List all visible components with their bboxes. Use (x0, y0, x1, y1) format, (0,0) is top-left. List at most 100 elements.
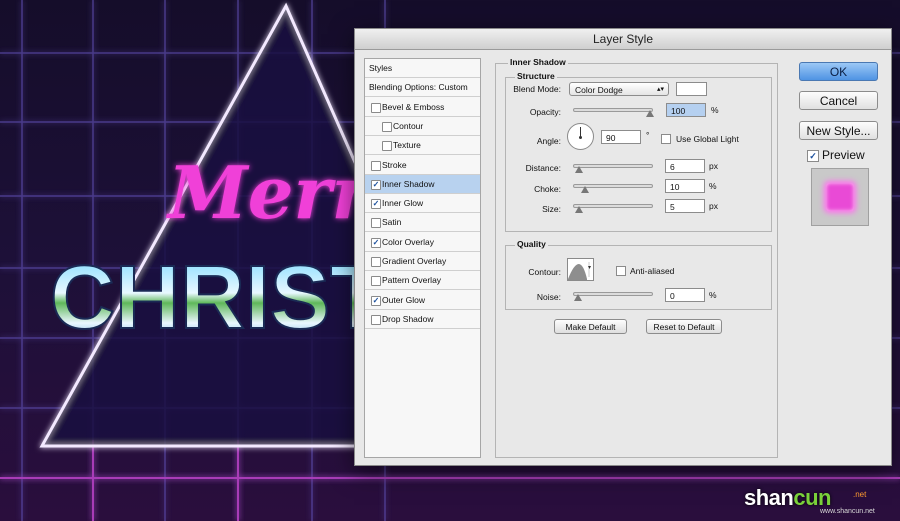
angle-unit: ° (646, 130, 650, 140)
styles-list-item-label: Outer Glow (382, 294, 425, 305)
opacity-input[interactable]: 100 (666, 103, 706, 117)
checkbox[interactable] (371, 102, 381, 113)
angle-dial-center (579, 136, 582, 139)
opacity-unit: % (711, 105, 719, 115)
angle-label: Angle: (536, 136, 561, 146)
styles-list-item[interactable]: ✓ Outer Glow (365, 291, 480, 310)
art-text-merry: Merr (165, 150, 374, 235)
new-style-button[interactable]: New Style... (799, 121, 878, 140)
angle-input[interactable]: 90 (601, 130, 641, 144)
watermark-logo: shancun (744, 485, 831, 511)
checkbox[interactable] (371, 218, 381, 229)
checked-checkbox[interactable]: ✓ (371, 199, 381, 210)
styles-list-item[interactable]: Satin (365, 213, 480, 233)
watermark-shan: shan (744, 485, 794, 510)
preview-checkbox[interactable]: ✓ (807, 150, 819, 162)
contour-picker[interactable]: ▾ (567, 258, 594, 281)
size-label: Size: (542, 204, 561, 214)
checkbox[interactable] (371, 257, 381, 267)
checked-checkbox[interactable]: ✓ (371, 237, 381, 248)
slider-thumb[interactable] (575, 206, 584, 213)
slider-thumb[interactable] (574, 294, 582, 301)
style-preview-thumbnail (811, 168, 869, 226)
styles-list: Styles Blending Options: Custom Bevel & Em… (364, 58, 481, 458)
make-default-button[interactable]: Make Default (554, 319, 627, 334)
distance-input[interactable]: 6 (665, 159, 705, 173)
distance-label: Distance: (525, 163, 561, 173)
watermark-net: .net (853, 490, 867, 499)
styles-list-item[interactable]: Gradient Overlay (365, 252, 480, 271)
checkbox[interactable] (371, 314, 381, 325)
styles-list-item[interactable]: Stroke (365, 156, 480, 175)
styles-list-item-label: Gradient Overlay (382, 256, 447, 266)
styles-list-item-label: Contour (393, 120, 424, 131)
blend-mode-label: Blend Mode: (513, 84, 561, 94)
noise-input[interactable]: 0 (665, 288, 705, 302)
size-slider[interactable] (573, 204, 653, 213)
styles-list-item[interactable]: Styles (365, 59, 480, 78)
size-input[interactable]: 5 (665, 199, 705, 213)
styles-list-item-label: Stroke (382, 159, 407, 170)
watermark-url: www.shancun.net (820, 508, 875, 515)
checkbox[interactable] (371, 160, 381, 171)
styles-list-item[interactable]: Drop Shadow (365, 310, 480, 329)
styles-list-item-label: Color Overlay (382, 236, 434, 247)
preview-label: Preview (822, 148, 865, 162)
quality-title: Quality (515, 239, 548, 249)
styles-list-item[interactable]: Pattern Overlay (365, 271, 480, 291)
use-global-light-checkbox[interactable] (661, 134, 671, 144)
angle-dial[interactable] (567, 123, 594, 150)
inner-shadow-title: Inner Shadow (508, 57, 568, 67)
blend-mode-value: Color Dodge (575, 85, 623, 95)
structure-group: Structure Blend Mode: Color Dodge ▴▾ Opa… (505, 71, 772, 232)
choke-slider[interactable] (573, 184, 653, 193)
structure-title: Structure (515, 71, 557, 81)
choke-label: Choke: (534, 184, 561, 194)
checked-checkbox[interactable]: ✓ (371, 295, 381, 306)
styles-list-item-label: Blending Options: Custom (369, 82, 468, 93)
anti-aliased-label: Anti-aliased (630, 266, 675, 276)
styles-list-item-label: Pattern Overlay (382, 275, 442, 286)
quality-group: Quality Contour: ▾ Anti-aliased Noise: 0… (505, 239, 772, 310)
styles-list-item-label: Drop Shadow (382, 313, 434, 324)
blend-color-swatch[interactable] (676, 82, 707, 96)
noise-label: Noise: (536, 292, 561, 302)
styles-list-item[interactable]: ✓ Inner Shadow (365, 174, 480, 194)
contour-label: Contour: (528, 267, 561, 277)
styles-list-item[interactable]: Blending Options: Custom (365, 78, 480, 98)
opacity-label: Opacity: (529, 107, 561, 117)
styles-list-item-label: Styles (369, 63, 393, 73)
checkbox[interactable] (382, 121, 392, 132)
styles-list-item[interactable]: ✓ Inner Glow (365, 194, 480, 214)
styles-list-item-label: Bevel & Emboss (382, 101, 445, 112)
slider-thumb[interactable] (646, 110, 654, 117)
cancel-button[interactable]: Cancel (799, 91, 878, 110)
preview-swatch (826, 183, 854, 211)
styles-list-item[interactable]: Contour (365, 117, 480, 136)
blend-mode-select[interactable]: Color Dodge ▴▾ (569, 82, 669, 96)
choke-input[interactable]: 10 (665, 179, 705, 193)
contour-curve-icon: ▾ (568, 262, 591, 280)
checkbox[interactable] (371, 276, 381, 287)
distance-unit: px (709, 161, 718, 171)
checked-checkbox[interactable]: ✓ (371, 179, 381, 190)
opacity-slider[interactable] (573, 108, 654, 117)
slider-thumb[interactable] (575, 166, 584, 173)
ok-button[interactable]: OK (799, 62, 878, 81)
choke-unit: % (709, 181, 717, 191)
styles-list-item[interactable]: ✓ Color Overlay (365, 233, 480, 252)
slider-thumb[interactable] (581, 186, 590, 193)
styles-list-item[interactable]: Texture (365, 136, 480, 156)
styles-list-item-label: Texture (393, 140, 421, 151)
checkbox[interactable] (382, 141, 392, 152)
styles-list-item-label: Inner Shadow (382, 178, 435, 189)
anti-aliased-checkbox[interactable] (616, 266, 626, 276)
select-arrows-icon: ▴▾ (656, 86, 664, 93)
use-global-light-label: Use Global Light (676, 134, 739, 144)
reset-to-default-button[interactable]: Reset to Default (646, 319, 722, 334)
distance-slider[interactable] (573, 164, 653, 173)
size-unit: px (709, 201, 718, 211)
styles-list-item[interactable]: Bevel & Emboss (365, 98, 480, 117)
styles-list-item-label: Satin (382, 217, 402, 228)
noise-slider[interactable] (573, 292, 653, 301)
